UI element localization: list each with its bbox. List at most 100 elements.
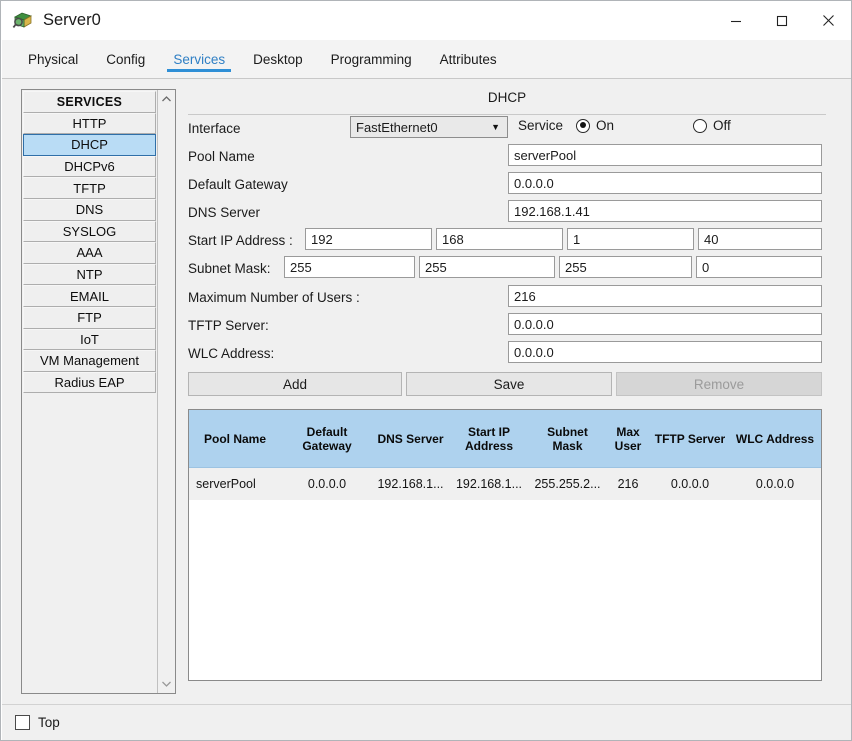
sidebar-item-dhcpv6[interactable]: DHCPv6 [23,155,156,178]
subnet-mask-octet-2-value: 255 [425,259,447,275]
wlc-address-row: WLC Address: [188,341,274,365]
services-sidebar: SERVICES HTTP DHCP DHCPv6 TFTP DNS SYSLO… [21,89,176,694]
column-header-tftp-server: TFTP Server [654,431,726,446]
service-label-group: Service [518,118,572,133]
sidebar-item-ntp[interactable]: NTP [23,263,156,286]
sidebar-item-label: AAA [76,245,103,261]
sidebar-item-ftp[interactable]: FTP [23,306,156,329]
column-header-default-gateway: Default Gateway [302,424,352,453]
tftp-server-label: TFTP Server: [188,317,269,333]
scroll-down-icon[interactable] [158,675,176,693]
sidebar-scrollbar[interactable] [157,90,175,693]
server-config-window: Server0 Physical Config Services Desktop… [0,0,852,741]
start-ip-octet-1[interactable]: 192 [305,228,432,250]
service-off-label: Off [713,118,731,133]
sidebar-item-dns[interactable]: DNS [23,198,156,221]
wlc-address-value: 0.0.0.0 [514,344,554,360]
sidebar-item-label: IoT [80,331,99,347]
sidebar-item-vm-management[interactable]: VM Management [23,350,156,372]
maximize-icon[interactable] [759,1,805,40]
tab-physical[interactable]: Physical [14,40,92,78]
sidebar-header: SERVICES [23,91,156,113]
close-icon[interactable] [805,1,851,40]
tab-desktop[interactable]: Desktop [239,40,317,78]
save-button-label: Save [493,376,525,392]
remove-button[interactable]: Remove [616,372,822,396]
dhcp-panel: DHCP Interface FastEthernet0 ▼ Service O… [188,89,826,694]
service-off-radio[interactable]: Off [693,118,731,133]
subnet-mask-octet-2[interactable]: 255 [419,256,555,278]
sidebar-item-tftp[interactable]: TFTP [23,177,156,199]
cell-max-user: 216 [617,477,639,491]
interface-select[interactable]: FastEthernet0 ▼ [350,116,508,138]
interface-label: Interface [188,120,241,136]
wlc-address-input[interactable]: 0.0.0.0 [508,341,822,363]
scroll-up-icon[interactable] [158,90,176,108]
sidebar-header-label: SERVICES [56,94,123,109]
sidebar-item-label: SYSLOG [62,223,117,239]
sidebar-item-dhcp[interactable]: DHCP [23,134,156,156]
max-users-row: Maximum Number of Users : [188,285,360,309]
tab-services[interactable]: Services [159,40,239,78]
default-gateway-row: Default Gateway [188,172,288,196]
tab-attributes[interactable]: Attributes [426,40,511,78]
cell-dns-server: 192.168.1... [377,477,444,491]
sidebar-item-email[interactable]: EMAIL [23,285,156,307]
subnet-mask-octet-1[interactable]: 255 [284,256,415,278]
default-gateway-label: Default Gateway [188,176,288,192]
start-ip-octet-3[interactable]: 1 [567,228,694,250]
pool-name-row: Pool Name [188,144,255,168]
sidebar-item-http[interactable]: HTTP [23,112,156,135]
pool-name-input[interactable]: serverPool [508,144,822,166]
subnet-mask-octet-1-value: 255 [290,259,312,275]
table-header-row: Pool Name Default Gateway DNS Server Sta… [189,410,821,468]
sidebar-item-aaa[interactable]: AAA [23,242,156,264]
tab-label: Services [173,51,226,67]
dns-server-value: 192.168.1.41 [514,203,590,219]
tab-programming[interactable]: Programming [317,40,426,78]
column-header-max-user: Max User [614,424,642,453]
save-button[interactable]: Save [406,372,612,396]
column-header-start-ip-address: Start IP Address [464,424,514,453]
dns-server-row: DNS Server [188,200,260,224]
sidebar-item-syslog[interactable]: SYSLOG [23,220,156,243]
add-button[interactable]: Add [188,372,402,396]
start-ip-octet-1-value: 192 [311,231,333,247]
tab-label: Desktop [253,51,303,67]
subnet-mask-octet-4[interactable]: 0 [696,256,822,278]
subnet-mask-label: Subnet Mask: [188,260,271,276]
max-users-label: Maximum Number of Users : [188,289,360,305]
tab-bar: Physical Config Services Desktop Program… [2,40,851,79]
sidebar-item-label: DHCP [71,137,108,153]
start-ip-octet-4[interactable]: 40 [698,228,822,250]
panel-title: DHCP [487,90,527,105]
tab-config[interactable]: Config [92,40,159,78]
tftp-server-row: TFTP Server: [188,313,269,337]
sidebar-item-label: VM Management [40,353,139,369]
tftp-server-input[interactable]: 0.0.0.0 [508,313,822,335]
top-checkbox[interactable] [15,715,30,730]
remove-button-label: Remove [693,376,745,392]
column-header-wlc-address: WLC Address [735,431,815,446]
service-on-radio[interactable]: On [576,118,614,133]
dns-server-input[interactable]: 192.168.1.41 [508,200,822,222]
sidebar-item-label: DNS [75,202,104,218]
table-row[interactable]: serverPool 0.0.0.0 192.168.1... 192.168.… [189,468,821,500]
services-list: SERVICES HTTP DHCP DHCPv6 TFTP DNS SYSLO… [22,90,157,693]
pool-name-label: Pool Name [188,148,255,164]
footer-bar: Top [2,704,851,740]
max-users-input[interactable]: 216 [508,285,822,307]
content-area: SERVICES HTTP DHCP DHCPv6 TFTP DNS SYSLO… [2,79,851,704]
minimize-icon[interactable] [713,1,759,40]
cell-default-gateway: 0.0.0.0 [307,477,347,491]
cell-start-ip-address: 192.168.1... [455,477,523,491]
sidebar-item-iot[interactable]: IoT [23,328,156,351]
sidebar-item-radius-eap[interactable]: Radius EAP [23,371,156,394]
column-header-dns-server: DNS Server [377,431,444,446]
sidebar-item-label: FTP [77,310,102,326]
tab-label: Programming [330,51,412,67]
start-ip-octet-2[interactable]: 168 [436,228,563,250]
subnet-mask-octet-3[interactable]: 255 [559,256,692,278]
sidebar-item-label: EMAIL [69,288,109,304]
default-gateway-input[interactable]: 0.0.0.0 [508,172,822,194]
